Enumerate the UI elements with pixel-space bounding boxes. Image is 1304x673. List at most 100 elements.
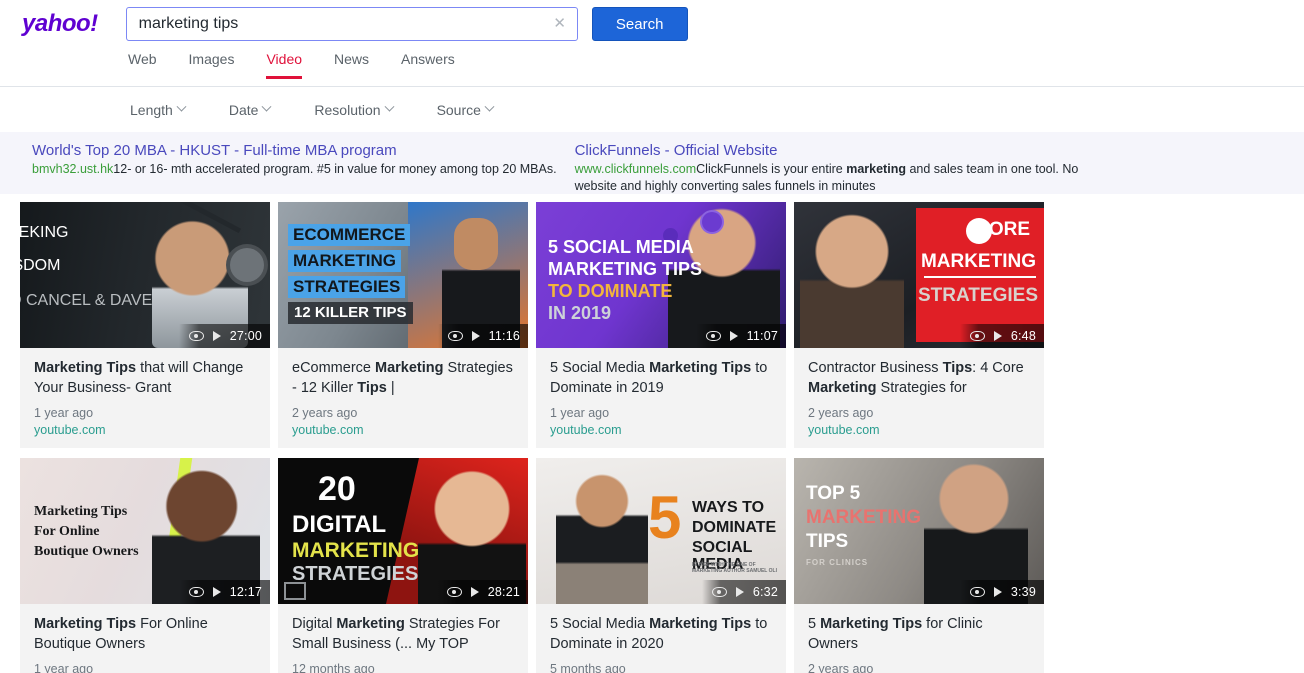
video-age: 2 years ago: [292, 406, 358, 420]
filter-label: Date: [228, 101, 259, 118]
video-age: 12 months ago: [292, 662, 375, 673]
video-result-card[interactable]: TOP 5 MARKETING TIPS FOR CLINICS 3:39 5 Ma…: [794, 458, 1044, 673]
play-icon: [212, 587, 221, 597]
video-duration-badge: 6:32: [701, 580, 786, 604]
chevron-down-icon: [261, 101, 272, 112]
video-title[interactable]: 5 Social Media Marketing Tips to Dominat…: [550, 614, 775, 654]
video-duration-badge: 11:16: [437, 324, 528, 348]
video-title[interactable]: Digital Marketing Strategies For Small B…: [292, 614, 517, 654]
play-icon: [471, 331, 480, 341]
video-age: 1 year ago: [550, 406, 610, 420]
ad-description: www.clickfunnels.comClickFunnels is your…: [574, 162, 1079, 176]
eye-icon: [969, 331, 985, 341]
video-result-card[interactable]: Marketing Tips For Online Boutique Owner…: [20, 458, 270, 673]
search-box: ✕: [125, 7, 578, 41]
video-result-card[interactable]: 5 SOCIAL MEDIA MARKETING TIPS TO DOMINAT…: [536, 202, 786, 448]
video-thumbnail[interactable]: 20 DIGITAL MARKETING STRATEGIES 28:21: [278, 458, 528, 604]
video-result-card[interactable]: ECOMMERCE MARKETING STRATEGIES 12 KILLER…: [278, 202, 528, 448]
video-source[interactable]: youtube.com: [550, 422, 775, 438]
video-thumbnail[interactable]: EEKING ISDOM D CANCEL & DAVE GERHARDT 27…: [20, 202, 270, 348]
video-result-card[interactable]: 20 DIGITAL MARKETING STRATEGIES 28:21 Dig…: [278, 458, 528, 673]
ad-description: bmvh32.ust.hk12- or 16- mth accelerated …: [32, 162, 557, 176]
ad-title[interactable]: ClickFunnels - Official Website: [575, 141, 1079, 161]
video-duration-badge: 27:00: [178, 324, 270, 348]
video-thumbnail[interactable]: ECOMMERCE MARKETING STRATEGIES 12 KILLER…: [278, 202, 528, 348]
play-icon: [993, 331, 1002, 341]
video-title[interactable]: Marketing Tips that will Change Your Bus…: [34, 358, 259, 398]
yahoo-logo[interactable]: yahoo!: [22, 12, 98, 36]
play-icon: [729, 331, 738, 341]
video-thumbnail[interactable]: 5 SOCIAL MEDIA MARKETING TIPS TO DOMINAT…: [536, 202, 786, 348]
filter-source[interactable]: Source: [436, 101, 495, 118]
tab-answers[interactable]: Answers: [401, 48, 455, 79]
ad-url[interactable]: bmvh32.ust.hk: [32, 162, 113, 176]
ad-result: ClickFunnels - Official Website www.click…: [557, 141, 1079, 194]
duration-label: 11:07: [746, 329, 778, 343]
video-meta: Marketing Tips For Online Boutique Owner…: [20, 604, 270, 673]
filter-length[interactable]: Length: [130, 101, 187, 118]
duration-label: 12:17: [229, 585, 262, 599]
filter-date[interactable]: Date: [228, 101, 272, 118]
video-meta: 5 Social Media Marketing Tips to Dominat…: [536, 604, 786, 673]
duration-label: 11:16: [488, 329, 520, 343]
tab-news[interactable]: News: [334, 48, 369, 79]
play-icon: [212, 331, 221, 341]
filter-label: Resolution: [314, 101, 381, 118]
duration-label: 3:39: [1010, 585, 1036, 599]
video-thumbnail[interactable]: 5 WAYS TO DOMINATE SOCIAL MEDIA IN 2020 …: [536, 458, 786, 604]
ad-result: World's Top 20 MBA - HKUST - Full-time M…: [0, 141, 557, 194]
video-source[interactable]: youtube.com: [808, 422, 1033, 438]
ad-title[interactable]: World's Top 20 MBA - HKUST - Full-time M…: [32, 141, 557, 161]
eye-icon: [446, 587, 462, 597]
video-result-card[interactable]: EEKING ISDOM D CANCEL & DAVE GERHARDT 27…: [20, 202, 270, 448]
search-button[interactable]: Search: [591, 7, 688, 41]
search-bar: ✕ Search: [125, 7, 688, 41]
video-source[interactable]: youtube.com: [34, 422, 259, 438]
eye-icon: [447, 331, 463, 341]
video-duration-badge: 28:21: [436, 580, 528, 604]
ad-description-line2: website and highly converting sales funn…: [574, 179, 876, 193]
video-duration-badge: 12:17: [178, 580, 270, 604]
filter-label: Length: [130, 101, 173, 118]
duration-label: 6:32: [752, 585, 778, 599]
video-age: 5 months ago: [550, 662, 626, 673]
video-title[interactable]: 5 Social Media Marketing Tips to Dominat…: [550, 358, 775, 398]
video-title[interactable]: Contractor Business Tips: 4 Core Marketi…: [808, 358, 1033, 398]
chevron-down-icon: [176, 101, 187, 112]
video-title[interactable]: Marketing Tips For Online Boutique Owner…: [34, 614, 259, 654]
search-input[interactable]: [126, 8, 577, 40]
video-result-card[interactable]: 5 WAYS TO DOMINATE SOCIAL MEDIA IN 2020 …: [536, 458, 786, 673]
vertical-tabs: Web Images Video News Answers: [0, 48, 1304, 86]
video-age: 1 year ago: [34, 406, 94, 420]
eye-icon: [188, 587, 204, 597]
duration-label: 6:48: [1010, 329, 1036, 343]
play-icon: [470, 587, 479, 597]
video-meta: 5 Marketing Tips for Clinic Owners 2 year…: [794, 604, 1044, 673]
video-meta: Marketing Tips that will Change Your Bus…: [20, 348, 270, 448]
ad-url[interactable]: www.clickfunnels.com: [575, 162, 697, 176]
eye-icon: [705, 331, 721, 341]
ads-band: World's Top 20 MBA - HKUST - Full-time M…: [0, 132, 1304, 194]
video-title[interactable]: 5 Marketing Tips for Clinic Owners: [808, 614, 1033, 654]
video-age: 1 year ago: [34, 662, 94, 673]
video-meta: Digital Marketing Strategies For Small B…: [278, 604, 528, 673]
video-duration-badge: 6:48: [959, 324, 1044, 348]
duration-label: 28:21: [487, 585, 520, 599]
filter-label: Source: [436, 101, 481, 118]
eye-icon: [969, 587, 985, 597]
video-thumbnail[interactable]: CORE MARKETING STRATEGIES 6:48: [794, 202, 1044, 348]
duration-label: 27:00: [229, 329, 262, 343]
video-age: 2 years ago: [808, 406, 874, 420]
video-thumbnail[interactable]: TOP 5 MARKETING TIPS FOR CLINICS 3:39: [794, 458, 1044, 604]
chevron-down-icon: [384, 101, 395, 112]
video-thumbnail[interactable]: Marketing Tips For Online Boutique Owner…: [20, 458, 270, 604]
chevron-down-icon: [484, 101, 495, 112]
tab-video[interactable]: Video: [266, 48, 303, 79]
tab-images[interactable]: Images: [189, 48, 235, 79]
video-result-card[interactable]: CORE MARKETING STRATEGIES 6:48 Contractor …: [794, 202, 1044, 448]
filter-resolution[interactable]: Resolution: [314, 101, 395, 118]
clear-icon[interactable]: ✕: [551, 15, 569, 33]
video-title[interactable]: eCommerce Marketing Strategies - 12 Kill…: [292, 358, 517, 398]
tab-web[interactable]: Web: [128, 48, 157, 79]
video-source[interactable]: youtube.com: [292, 422, 517, 438]
